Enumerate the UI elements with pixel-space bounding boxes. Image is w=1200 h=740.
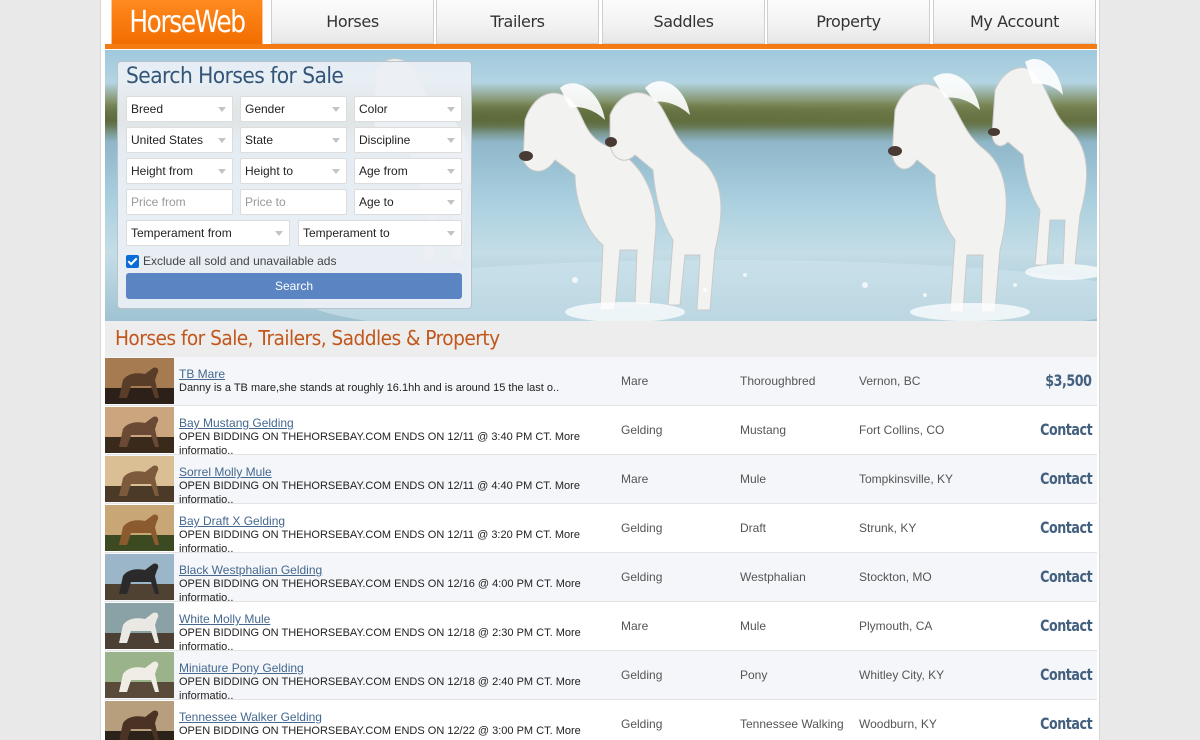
search-title: Search Horses for Sale [126, 64, 344, 89]
listing-description: OPEN BIDDING ON THEHORSEBAY.COM ENDS ON … [179, 627, 581, 653]
listing-row[interactable]: Black Westphalian Gelding OPEN BIDDING ON… [105, 553, 1097, 604]
listing-gender: Gelding [621, 521, 663, 535]
listing-gender: Gelding [621, 717, 663, 731]
breed-select[interactable]: Breed [126, 96, 233, 122]
listing-title-link[interactable]: Bay Draft X Gelding [179, 514, 285, 528]
listing-row[interactable]: Bay Mustang Gelding OPEN BIDDING ON THEHO… [105, 406, 1097, 457]
nav-tab-trailers[interactable]: Trailers [436, 0, 599, 44]
search-button[interactable]: Search [126, 273, 462, 299]
listing-gender: Mare [621, 472, 649, 486]
height-to-select[interactable]: Height to [240, 158, 347, 184]
state-select[interactable]: State [240, 127, 347, 153]
price-from-input[interactable]: Price from [126, 189, 233, 215]
listing-breed: Draft [740, 521, 767, 535]
listing-title-link[interactable]: White Molly Mule [179, 612, 270, 626]
listing-gender: Gelding [621, 668, 663, 682]
listing-description: OPEN BIDDING ON THEHORSEBAY.COM ENDS ON … [179, 431, 580, 457]
discipline-select[interactable]: Discipline [354, 127, 462, 153]
listing-thumbnail[interactable] [105, 358, 174, 404]
listing-breed: Tennessee Walking [740, 717, 844, 731]
listing-breed: Thoroughbred [740, 374, 816, 388]
listing-price[interactable]: $3,500 [1046, 371, 1093, 390]
temperament-from-select[interactable]: Temperament from [126, 220, 290, 246]
listing-location: Plymouth, CA [859, 619, 933, 633]
listing-row[interactable]: Miniature Pony Gelding OPEN BIDDING ON TH… [105, 651, 1097, 702]
listing-title-link[interactable]: TB Mare [179, 367, 225, 381]
listing-row[interactable]: White Molly Mule OPEN BIDDING ON THEHORSE… [105, 602, 1097, 653]
listing-row[interactable]: Sorrel Molly Mule OPEN BIDDING ON THEHORS… [105, 455, 1097, 506]
listing-thumbnail[interactable] [105, 456, 174, 502]
listing-thumbnail[interactable] [105, 554, 174, 600]
listing-description: OPEN BIDDING ON THEHORSEBAY.COM ENDS ON … [179, 676, 581, 702]
price-to-input[interactable]: Price to [240, 189, 347, 215]
temperament-to-select[interactable]: Temperament to [298, 220, 462, 246]
listing-gender: Mare [621, 374, 649, 388]
nav-tab-property[interactable]: Property [767, 0, 930, 44]
listing-row[interactable]: Tennessee Walker Gelding OPEN BIDDING ON … [105, 700, 1097, 740]
listing-description: OPEN BIDDING ON THEHORSEBAY.COM ENDS ON … [179, 725, 581, 740]
listing-price[interactable]: Contact [1040, 616, 1093, 635]
listing-location: Woodburn, KY [859, 717, 937, 731]
age-to-select[interactable]: Age to [354, 189, 462, 215]
country-select[interactable]: United States [126, 127, 233, 153]
listing-thumbnail[interactable] [105, 701, 174, 740]
listing-title-link[interactable]: Black Westphalian Gelding [179, 563, 322, 577]
section-header: Horses for Sale, Trailers, Saddles & Pro… [105, 321, 1097, 357]
site-logo[interactable]: HorseWeb [111, 0, 263, 44]
listing-breed: Mustang [740, 423, 787, 437]
height-from-select[interactable]: Height from [126, 158, 233, 184]
listing-location: Vernon, BC [859, 374, 921, 388]
listing-thumbnail[interactable] [105, 505, 174, 551]
listing-breed: Mule [740, 619, 767, 633]
nav-tab-saddles[interactable]: Saddles [602, 0, 765, 44]
gender-select[interactable]: Gender [240, 96, 347, 122]
hero-image: Search Horses for Sale Breed Gender Colo… [105, 50, 1097, 321]
listing-thumbnail[interactable] [105, 652, 174, 698]
listing-price[interactable]: Contact [1040, 420, 1093, 439]
exclude-sold-label: Exclude all sold and unavailable ads [143, 254, 337, 268]
listing-description: OPEN BIDDING ON THEHORSEBAY.COM ENDS ON … [179, 578, 581, 604]
listing-price[interactable]: Contact [1040, 518, 1093, 537]
nav-tab-horses[interactable]: Horses [271, 0, 434, 44]
listing-row[interactable]: TB Mare Danny is a TB mare,she stands at … [105, 357, 1097, 406]
listing-price[interactable]: Contact [1040, 665, 1093, 684]
age-from-select[interactable]: Age from [354, 158, 462, 184]
page: HorseWeb Horses Trailers Saddles Propert… [100, 0, 1100, 740]
listing-row[interactable]: Bay Draft X Gelding OPEN BIDDING ON THEHO… [105, 504, 1097, 555]
listing-gender: Mare [621, 619, 649, 633]
section-title: Horses for Sale, Trailers, Saddles & Pro… [115, 326, 500, 350]
top-navigation: HorseWeb Horses Trailers Saddles Propert… [105, 0, 1097, 44]
listing-thumbnail[interactable] [105, 603, 174, 649]
listing-location: Fort Collins, CO [859, 423, 945, 437]
listing-location: Whitley City, KY [859, 668, 945, 682]
listing-title-link[interactable]: Tennessee Walker Gelding [179, 710, 322, 724]
listing-thumbnail[interactable] [105, 407, 174, 453]
exclude-sold-row: Exclude all sold and unavailable ads [126, 252, 336, 270]
listing-location: Tompkinsville, KY [859, 472, 954, 486]
search-panel: Search Horses for Sale Breed Gender Colo… [117, 61, 472, 309]
color-select[interactable]: Color [354, 96, 462, 122]
nav-tab-my-account[interactable]: My Account [933, 0, 1096, 44]
listing-description: OPEN BIDDING ON THEHORSEBAY.COM ENDS ON … [179, 480, 580, 506]
listing-price[interactable]: Contact [1040, 714, 1093, 733]
listing-breed: Mule [740, 472, 767, 486]
listing-title-link[interactable]: Miniature Pony Gelding [179, 661, 304, 675]
listing-location: Strunk, KY [859, 521, 917, 535]
listing-location: Stockton, MO [859, 570, 932, 584]
listing-breed: Westphalian [740, 570, 806, 584]
listing-breed: Pony [740, 668, 768, 682]
listing-price[interactable]: Contact [1040, 469, 1093, 488]
header-divider [105, 44, 1097, 49]
listing-gender: Gelding [621, 570, 663, 584]
listing-gender: Gelding [621, 423, 663, 437]
listing-title-link[interactable]: Sorrel Molly Mule [179, 465, 272, 479]
exclude-sold-checkbox[interactable] [126, 254, 139, 268]
listing-description: Danny is a TB mare,she stands at roughly… [179, 382, 560, 394]
listing-price[interactable]: Contact [1040, 567, 1093, 586]
listing-description: OPEN BIDDING ON THEHORSEBAY.COM ENDS ON … [179, 529, 580, 555]
listing-title-link[interactable]: Bay Mustang Gelding [179, 416, 294, 430]
